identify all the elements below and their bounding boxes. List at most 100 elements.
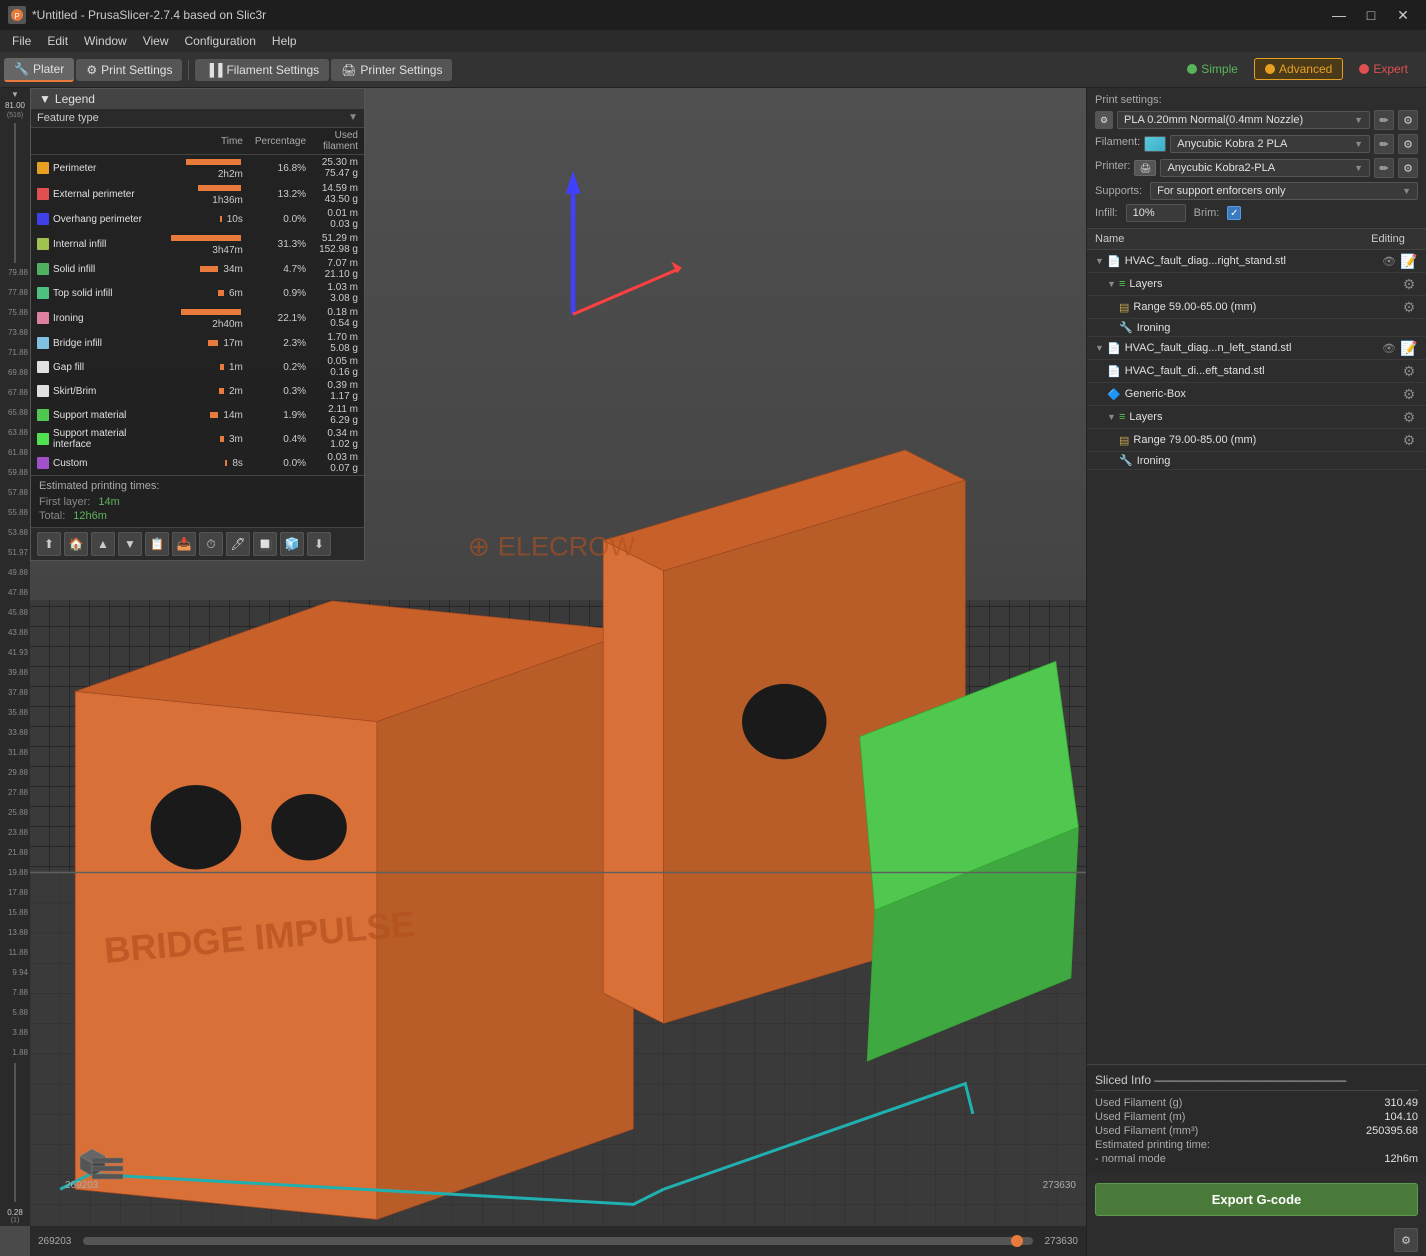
filament-dropdown[interactable]: Anycubic Kobra 2 PLA ▼ (1170, 135, 1370, 153)
tree-settings-generic[interactable]: ⚙ (1400, 385, 1418, 403)
legend-pct-9: 0.3% (249, 379, 312, 403)
mode-expert-button[interactable]: Expert (1349, 59, 1418, 79)
close-button[interactable]: ✕ (1388, 5, 1418, 25)
tree-eye-button-left[interactable]: 👁 (1380, 339, 1398, 357)
feature-type-dropdown-icon[interactable]: ▼ (348, 112, 358, 123)
scale-bar: ▼ 81.00 (516) 79.8877.8875.8873.8871.886… (0, 88, 30, 1226)
scale-value: 67.88 (0, 389, 28, 397)
range-icon-1: ▤ (1119, 301, 1129, 314)
tree-settings-left-child[interactable]: ⚙ (1400, 362, 1418, 380)
view-edit-button[interactable]: 🖊 (226, 532, 250, 556)
legend-label-4: Solid infill (53, 264, 95, 275)
legend-pct-5: 0.9% (249, 281, 312, 305)
view-3d-button[interactable]: 🧊 (280, 532, 304, 556)
print-profile-dropdown[interactable]: PLA 0.20mm Normal(0.4mm Nozzle) ▼ (1117, 111, 1370, 129)
coord-display: 269203 (65, 1180, 98, 1191)
menu-configuration[interactable]: Configuration (177, 32, 264, 50)
menu-edit[interactable]: Edit (39, 32, 76, 50)
printer-extra-button[interactable]: ⚙ (1398, 158, 1418, 178)
export-gcode-button[interactable]: Export G-code (1095, 1183, 1418, 1216)
tab-print-settings[interactable]: ⚙ Print Settings (76, 59, 182, 81)
menu-file[interactable]: File (4, 32, 39, 50)
sliced-row-filament-m: Used Filament (m) 104.10 (1095, 1111, 1418, 1123)
print-profile-edit-button[interactable]: ✏ (1374, 110, 1394, 130)
view-paste-button[interactable]: 📥 (172, 532, 196, 556)
settings-gear-button[interactable]: ⚙ (1394, 1228, 1418, 1252)
maximize-button[interactable]: □ (1356, 5, 1386, 25)
tree-settings-layers2[interactable]: ⚙ (1400, 408, 1418, 426)
mode-advanced-button[interactable]: Advanced (1254, 58, 1343, 80)
titlebar-controls[interactable]: — □ ✕ (1324, 5, 1418, 25)
layer-slider-thumb[interactable] (1011, 1235, 1023, 1247)
sliced-key-filament-m: Used Filament (m) (1095, 1111, 1185, 1123)
scale-value: 15.88 (0, 909, 28, 917)
tree-item-generic-box[interactable]: 🔷 Generic-Box ⚙ (1087, 383, 1426, 406)
legend-label-cell-1: External perimeter (31, 181, 161, 207)
tree-settings-button-range59[interactable]: ⚙ (1400, 298, 1418, 316)
tree-item-range-59[interactable]: ▤ Range 59.00-65.00 (mm) ⚙ (1087, 296, 1426, 319)
filament-arrow: ▼ (1354, 139, 1363, 149)
legend-row-8: Gap fill 1m 0.2% 0.05 m 0.16 g (31, 355, 364, 379)
legend-bar-0 (186, 159, 241, 165)
legend-row-4: Solid infill 34m 4.7% 7.07 m 21.10 g (31, 257, 364, 281)
supports-dropdown[interactable]: For support enforcers only ▼ (1150, 182, 1418, 200)
tree-eye-button-right[interactable]: 👁 (1380, 252, 1398, 270)
tree-edit-button-left[interactable]: 📝 (1400, 339, 1418, 357)
tree-item-range-79[interactable]: ▤ Range 79.00-85.00 (mm) ⚙ (1087, 429, 1426, 452)
scale-value: 43.88 (0, 629, 28, 637)
tab-plater[interactable]: 🔧 Plater (4, 58, 74, 82)
view-down-button[interactable]: ⬇ (307, 532, 331, 556)
printer-dropdown[interactable]: Anycubic Kobra2-PLA ▼ (1160, 159, 1370, 177)
print-profile-extra-button[interactable]: ⚙ (1398, 110, 1418, 130)
legend-header[interactable]: ▼ Legend (31, 89, 364, 109)
mode-simple-button[interactable]: Simple (1177, 59, 1248, 79)
sliced-info-header: Sliced Info ———————————————— (1095, 1073, 1418, 1091)
menu-view[interactable]: View (135, 32, 177, 50)
filament-edit-button[interactable]: ✏ (1374, 134, 1394, 154)
view-top-button[interactable]: ▲ (91, 532, 115, 556)
viewport[interactable]: ▼ 81.00 (516) 79.8877.8875.8873.8871.886… (0, 88, 1086, 1256)
tree-label-hvac-left: HVAC_fault_diag...n_left_stand.stl (1125, 342, 1380, 354)
tree-item-layers-1[interactable]: ▼ ≡ Layers ⚙ (1087, 273, 1426, 296)
infill-input[interactable]: 10% (1126, 204, 1186, 222)
view-time-button[interactable]: ⏱ (199, 532, 223, 556)
tree-item-hvac-left-child[interactable]: 📄 HVAC_fault_di...eft_stand.stl ⚙ (1087, 360, 1426, 383)
printer-edit-button[interactable]: ✏ (1374, 158, 1394, 178)
legend-time-val-6: 2h40m (212, 319, 243, 330)
minimize-button[interactable]: — (1324, 5, 1354, 25)
view-copy-button[interactable]: 📋 (145, 532, 169, 556)
tree-actions-range79: ⚙ (1400, 431, 1418, 449)
scale-value: 17.88 (0, 889, 28, 897)
tree-settings-button-layers1[interactable]: ⚙ (1400, 275, 1418, 293)
legend-filament-10: 2.11 m 6.29 g (312, 403, 364, 427)
legend-bar-9 (219, 388, 224, 394)
menu-help[interactable]: Help (264, 32, 305, 50)
view-bottom-button[interactable]: ▼ (118, 532, 142, 556)
menu-window[interactable]: Window (76, 32, 135, 50)
tree-label-layers-2: Layers (1129, 411, 1400, 423)
view-fit-button[interactable]: 🏠 (64, 532, 88, 556)
view-home-button[interactable]: ⬆ (37, 532, 61, 556)
tab-printer-settings[interactable]: 🖨 Printer Settings (331, 59, 452, 81)
view-select-button[interactable]: 🔲 (253, 532, 277, 556)
legend-filament-8: 0.05 m 0.16 g (312, 355, 364, 379)
scale-value: 1.88 (0, 1049, 28, 1057)
sliced-key-print-time-label: Estimated printing time: (1095, 1139, 1210, 1151)
tree-settings-range79[interactable]: ⚙ (1400, 431, 1418, 449)
scale-top-label: ▼ (11, 90, 19, 99)
tree-actions-layers1: ⚙ (1400, 275, 1418, 293)
print-profile-value: PLA 0.20mm Normal(0.4mm Nozzle) (1124, 114, 1303, 126)
legend-time-11: 3m (161, 427, 249, 451)
brim-checkbox[interactable]: ✓ (1227, 206, 1241, 220)
layer-slider[interactable] (83, 1237, 1032, 1245)
tree-item-hvac-right[interactable]: ▼ 📄 HVAC_fault_diag...right_stand.stl 👁 … (1087, 250, 1426, 273)
legend-pct-2: 0.0% (249, 207, 312, 231)
legend-filament-0: 25.30 m 75.47 g (312, 155, 364, 182)
tree-item-layers-2[interactable]: ▼ ≡ Layers ⚙ (1087, 406, 1426, 429)
tree-item-ironing-1[interactable]: 🔧 Ironing (1087, 319, 1426, 337)
tree-item-ironing-2[interactable]: 🔧 Ironing (1087, 452, 1426, 470)
tree-item-hvac-left[interactable]: ▼ 📄 HVAC_fault_diag...n_left_stand.stl 👁… (1087, 337, 1426, 360)
tab-filament-settings[interactable]: ▐▐ Filament Settings (195, 59, 329, 81)
tree-edit-button-right[interactable]: 📝 (1400, 252, 1418, 270)
filament-extra-button[interactable]: ⚙ (1398, 134, 1418, 154)
